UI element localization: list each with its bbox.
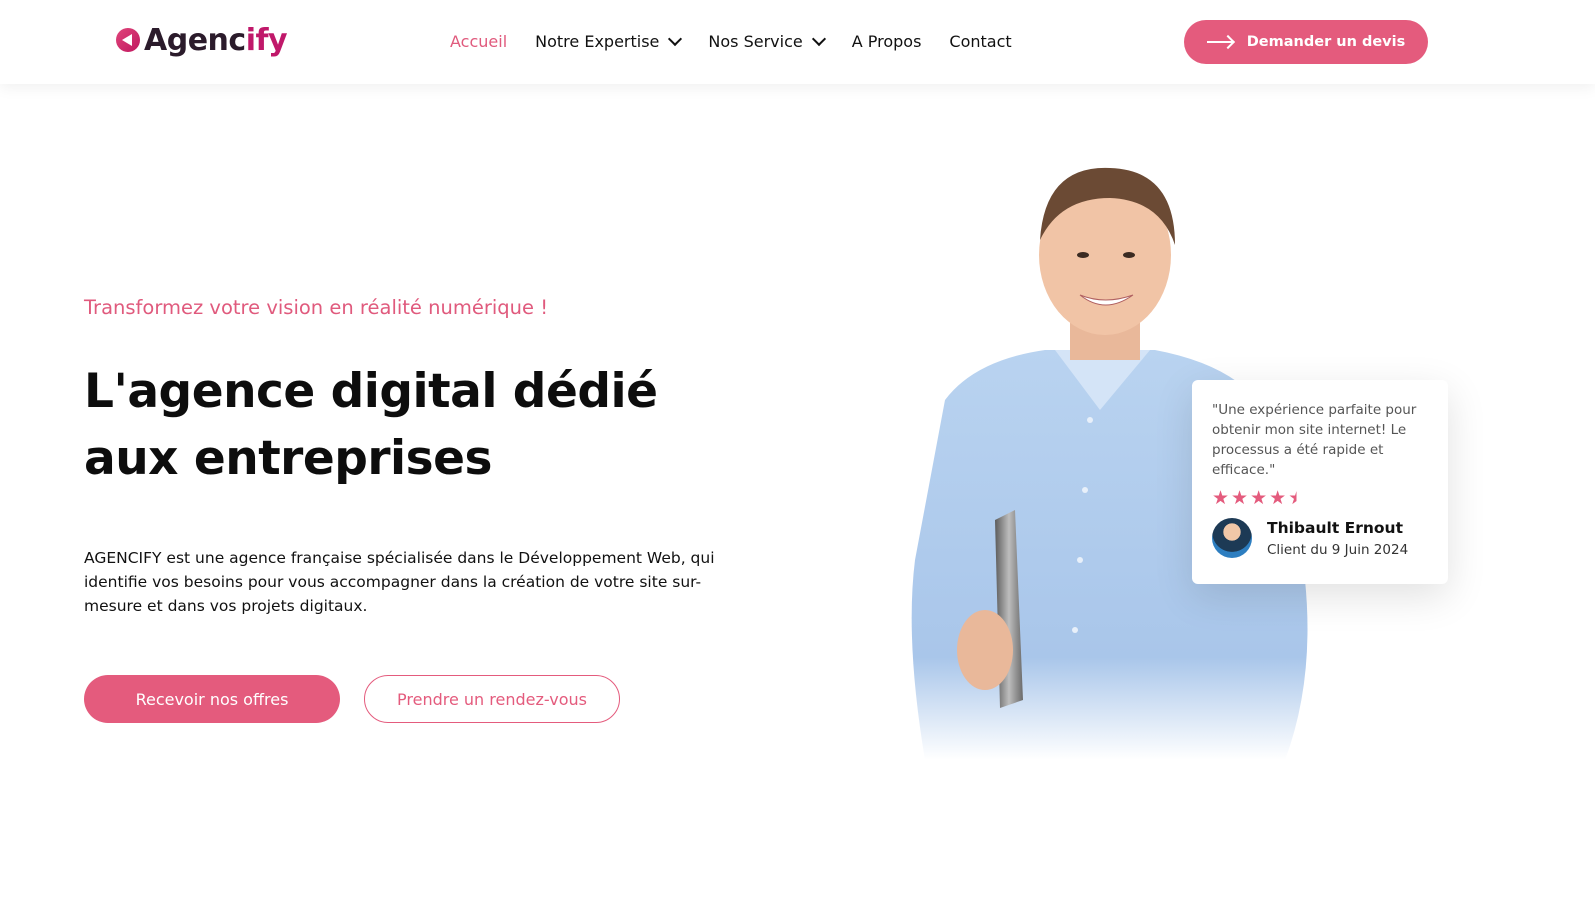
- main-nav: Accueil Notre Expertise Nos Service A Pr…: [450, 29, 1040, 53]
- nav-item-a-propos[interactable]: A Propos: [852, 32, 922, 51]
- star-icon: ★: [1231, 487, 1249, 509]
- book-appointment-button[interactable]: Prendre un rendez-vous: [364, 675, 620, 723]
- half-star-icon: ★: [1288, 487, 1306, 509]
- nav-item-label: Nos Service: [708, 31, 803, 51]
- reviewer-date: Client du 9 Juin 2024: [1267, 541, 1409, 558]
- testimonial-card: "Une expérience parfaite pour obtenir mo…: [1192, 380, 1448, 584]
- receive-offers-button[interactable]: Recevoir nos offres: [84, 675, 340, 723]
- star-icon: ★: [1269, 487, 1287, 509]
- nav-item-label: Contact: [949, 31, 1012, 51]
- hero-description: AGENCIFY est une agence française spécia…: [84, 549, 715, 615]
- logo-text: Agencify: [144, 22, 288, 58]
- nav-item-label: Notre Expertise: [535, 31, 660, 51]
- reviewer: Thibault Ernout Client du 9 Juin 2024: [1212, 518, 1428, 558]
- hero-title-line2: aux entreprises: [84, 431, 492, 486]
- logo-play-icon: [116, 28, 140, 52]
- arrow-right-icon: [1206, 41, 1233, 43]
- hero-title-line1: L'agence digital dédié: [84, 364, 658, 419]
- star-icon: ★: [1212, 487, 1230, 509]
- chevron-down-icon: [811, 31, 826, 46]
- hero-tagline: Transformez votre vision en réalité numé…: [84, 296, 549, 319]
- nav-item-nos-service[interactable]: Nos Service: [708, 31, 826, 51]
- nav-item-label: A Propos: [851, 31, 922, 51]
- nav-item-accueil[interactable]: Accueil: [450, 32, 507, 51]
- request-quote-button[interactable]: Demander un devis: [1184, 20, 1428, 64]
- testimonial-quote: "Une expérience parfaite pour obtenir mo…: [1212, 402, 1417, 478]
- nav-item-contact[interactable]: Contact: [949, 32, 1011, 51]
- chevron-down-icon: [668, 31, 683, 46]
- site-header: Agencify Accueil Notre Expertise Nos Ser…: [0, 0, 1595, 84]
- reviewer-name: Thibault Ernout: [1267, 518, 1403, 537]
- star-icon: ★: [1250, 487, 1268, 509]
- logo[interactable]: Agencify: [116, 20, 288, 60]
- hero-title: L'agence digital dédié aux entreprises: [84, 358, 724, 492]
- nav-item-notre-expertise[interactable]: Notre Expertise: [535, 31, 683, 51]
- nav-item-label: Accueil: [450, 31, 508, 51]
- request-quote-label: Demander un devis: [1246, 34, 1406, 50]
- rating-stars: ★ ★ ★ ★ ★: [1212, 488, 1428, 508]
- avatar: [1212, 518, 1252, 558]
